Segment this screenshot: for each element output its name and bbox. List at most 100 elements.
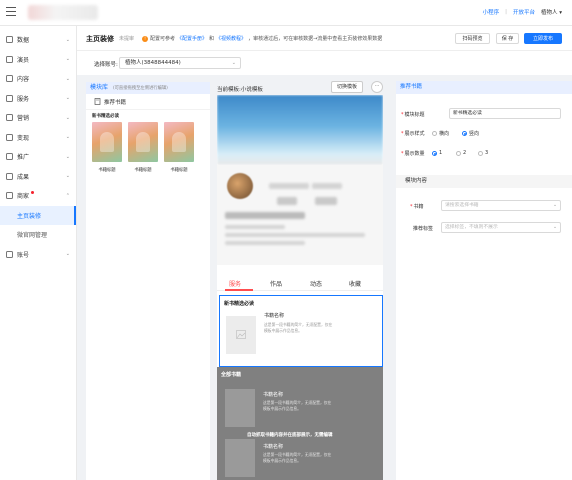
marketing-icon	[6, 114, 13, 122]
nav-separator: |	[505, 9, 507, 15]
sidebar-item-data[interactable]: 数据 ⌄	[0, 30, 76, 50]
template-preview: 当前模板:小说模板 切换模板 ··· 服务 作品 动态 收藏 新书精选必读 书籍…	[217, 80, 389, 480]
tab-favorites[interactable]: 收藏	[349, 279, 361, 288]
style-vertical-radio[interactable]: 竖向	[462, 130, 479, 137]
style-horizontal-radio[interactable]: 横向	[432, 130, 449, 137]
chevron-down-icon: ⌄	[65, 95, 70, 102]
image-placeholder-icon	[236, 330, 246, 339]
menu-toggle-icon[interactable]	[6, 7, 16, 17]
properties-panel: 推荐书籍 *模块标题 新书精选必读 *展示样式 横向 竖向 *展示数量 1 2 …	[396, 81, 572, 480]
video-tutorial-link[interactable]: 《视频教程》	[216, 35, 246, 42]
sidebar-item-merchant[interactable]: 商家 ⌃	[0, 186, 76, 206]
blurred-button	[277, 197, 297, 205]
count-1-radio[interactable]: 1	[432, 150, 442, 156]
book-select[interactable]: 请搜索选择书籍 ⌄	[441, 200, 561, 211]
results-icon	[6, 172, 13, 180]
library-title: 模块库	[90, 84, 109, 91]
block-title-label: *模块标题	[401, 112, 425, 118]
blurred-desc	[225, 241, 305, 245]
radio-unchecked-icon	[432, 131, 437, 136]
blurred-stat	[312, 183, 342, 189]
top-right-nav: 小程序 | 开放平台 植物人 ▾	[483, 8, 562, 16]
section-title: 全部书籍	[221, 372, 242, 378]
sidebar-item-service[interactable]: 服务 ⌄	[0, 89, 76, 109]
top-bar: 小程序 | 开放平台 植物人 ▾	[0, 0, 572, 26]
mini-program-link[interactable]: 小程序	[483, 8, 500, 16]
account-icon	[6, 250, 13, 258]
book-cover	[92, 122, 122, 162]
count-3-radio[interactable]: 3	[478, 150, 488, 156]
book-description: 这是第一段书籍的简介，无须配置，仅在模板中展示作品信息。	[263, 400, 332, 411]
manual-link[interactable]: 《配置手册》	[177, 35, 207, 42]
sidebar-subitem-homepage-decoration[interactable]: 主页装修	[0, 205, 76, 225]
module-preview-card[interactable]: 新书精选必读 书籍标题 书籍标题 书籍标题	[90, 113, 206, 179]
cover-label: 书籍标题	[170, 168, 188, 173]
section-new-books[interactable]: 新书精选必读 书籍名称 这是第一段书籍的简介，无须配置，仅在模板中展示作品信息。	[219, 295, 383, 367]
profile-tabs: 服务 作品 动态 收藏	[217, 275, 383, 291]
cover-banner	[217, 95, 383, 165]
radio-unchecked-icon	[478, 150, 483, 156]
tab-service[interactable]: 服务	[229, 279, 241, 288]
account-select[interactable]: 植物人(3848844484) ⌄	[119, 57, 241, 69]
tab-works[interactable]: 作品	[270, 279, 282, 288]
chevron-down-icon: ⌄	[65, 36, 70, 43]
cover-label: 书籍标题	[134, 168, 152, 173]
book-field-label: *书籍	[410, 204, 424, 210]
sidebar: 数据 ⌄ 演员 ⌄ 内容 ⌄ 服务 ⌄ 营销 ⌄ 变现 ⌄ 推广 ⌄ 成果 ⌄ 商家 ⌃ 主页装修…	[0, 26, 77, 480]
sidebar-item-actors[interactable]: 演员 ⌄	[0, 50, 76, 70]
account-label: 选择账号:	[94, 62, 118, 68]
library-hint: (可直接拖拽至左侧进行编辑)	[112, 86, 168, 91]
content-section-title: 模块内容	[396, 175, 572, 188]
chevron-down-icon: ⌄	[231, 60, 236, 66]
brand-logo	[28, 5, 98, 20]
sidebar-item-monetize[interactable]: 变现 ⌄	[0, 128, 76, 148]
module-recommend-books[interactable]: 推荐书籍	[86, 94, 210, 110]
sidebar-subitem-microsite[interactable]: 微官网管理	[0, 225, 76, 245]
chevron-down-icon: ⌄	[65, 114, 70, 121]
service-icon	[6, 94, 13, 102]
actors-icon	[6, 55, 13, 63]
book-cover	[164, 122, 194, 162]
properties-title: 推荐书籍	[396, 81, 572, 94]
auto-fetch-note: 自动抓取书籍内容并在底部展示，无需编辑	[247, 433, 333, 438]
scan-preview-button[interactable]: 扫码预览	[455, 33, 490, 44]
sidebar-item-promotion[interactable]: 推广 ⌄	[0, 147, 76, 167]
book-cover	[128, 122, 158, 162]
block-title-input[interactable]: 新书精选必读	[449, 108, 561, 119]
module-library: 模块库 (可直接拖拽至左侧进行编辑) 推荐书籍 新书精选必读 书籍标题 书籍标题…	[86, 82, 210, 480]
chevron-down-icon: ⌄	[65, 251, 70, 258]
phone-preview: 服务 作品 动态 收藏 新书精选必读 书籍名称 这是第一段书籍的简介，无须配置，…	[217, 95, 383, 480]
display-style-label: *展示样式	[401, 131, 425, 137]
current-template-label: 当前模板:小说模板	[217, 87, 263, 93]
publish-button[interactable]: 立即发布	[524, 33, 562, 44]
display-count-label: *展示数量	[401, 151, 425, 157]
book-name: 书籍名称	[263, 392, 284, 398]
save-button[interactable]: 保 存	[496, 33, 519, 44]
open-platform-link[interactable]: 开放平台	[513, 8, 535, 16]
cover-label: 书籍标题	[98, 168, 116, 173]
status-badge: 未提审	[119, 36, 135, 42]
avatar	[227, 173, 253, 199]
sidebar-item-marketing[interactable]: 营销 ⌄	[0, 108, 76, 128]
tab-updates[interactable]: 动态	[310, 279, 322, 288]
tip-icon: !	[142, 35, 148, 42]
tags-select[interactable]: 选择标签，不填则不展示 ⌄	[441, 222, 561, 233]
sidebar-item-results[interactable]: 成果 ⌄	[0, 167, 76, 187]
book-name: 书籍名称	[263, 444, 284, 450]
sidebar-item-account[interactable]: 账号 ⌄	[0, 245, 76, 265]
switch-template-button[interactable]: 切换模板	[331, 81, 363, 93]
user-menu[interactable]: 植物人 ▾	[541, 8, 562, 16]
chevron-down-icon: ⌄	[65, 56, 70, 63]
more-icon[interactable]: ···	[371, 81, 383, 93]
blurred-name	[225, 212, 305, 219]
chevron-down-icon: ⌄	[65, 153, 70, 160]
section-title: 新书精选必读	[224, 301, 255, 307]
notification-dot	[31, 191, 35, 195]
blurred-button	[315, 197, 337, 205]
sidebar-item-content[interactable]: 内容 ⌄	[0, 69, 76, 89]
account-bar: 选择账号: 植物人(3848844484) ⌄	[77, 51, 572, 75]
chevron-up-icon: ⌃	[65, 192, 70, 199]
count-2-radio[interactable]: 2	[456, 150, 466, 156]
monetize-icon	[6, 133, 13, 141]
data-icon	[6, 36, 13, 44]
